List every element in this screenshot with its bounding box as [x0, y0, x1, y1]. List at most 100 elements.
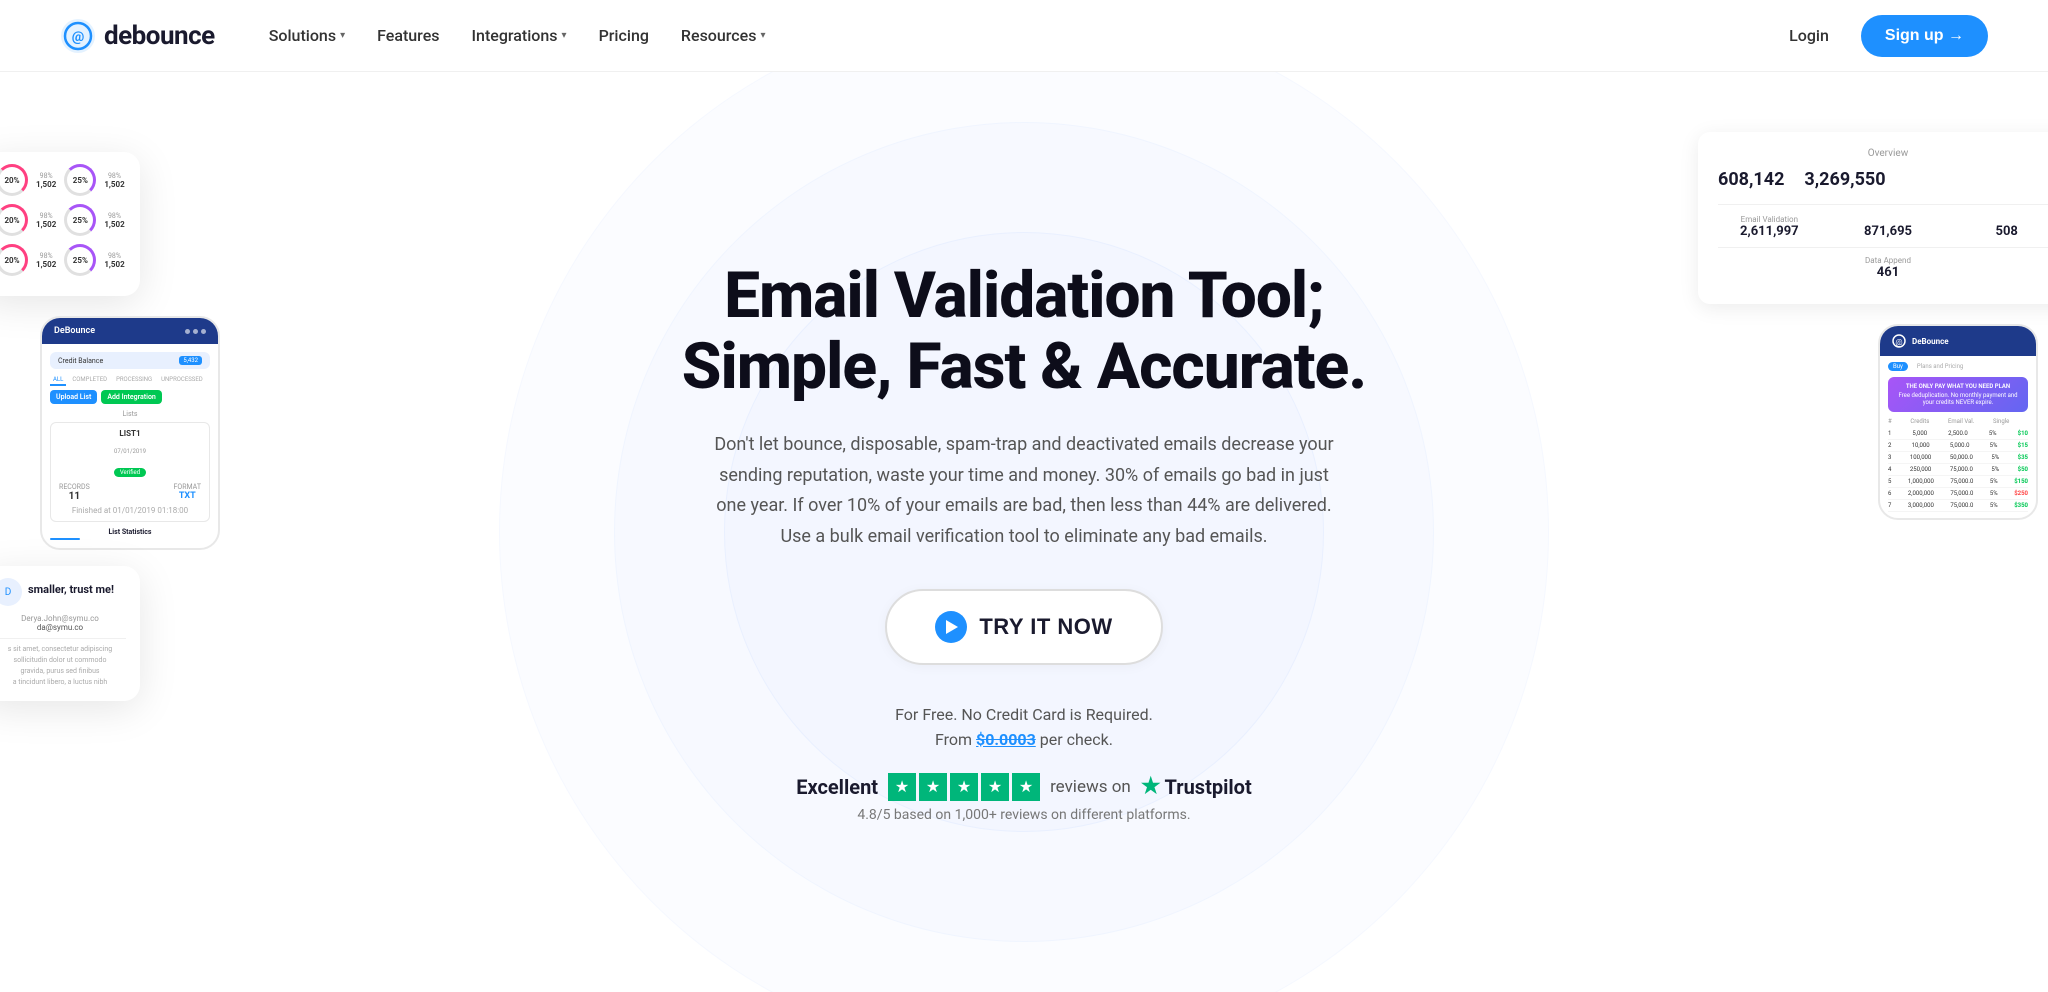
trustpilot-star-icon: ★ — [1141, 774, 1161, 799]
stat-info-3: 98% 1,502 — [36, 212, 56, 229]
nav-resources[interactable]: Resources ▾ — [667, 18, 780, 53]
phone-title-left: DeBounce — [54, 326, 95, 336]
play-icon — [935, 611, 967, 643]
nav-pricing[interactable]: Pricing — [585, 18, 663, 53]
nav-solutions[interactable]: Solutions ▾ — [255, 18, 359, 53]
pricing-table-header: # Credits Email Val. Single — [1888, 418, 2028, 425]
verified-badge: Verified — [114, 468, 146, 477]
hero-title: Email Validation Tool; Simple, Fast & Ac… — [682, 261, 1366, 402]
phone-right-tabs: Buy Plans and Pricing — [1888, 362, 2028, 371]
free-text: For Free. No Credit Card is Required. — [682, 705, 1366, 724]
trustpilot-logo: ★ Trustpilot — [1141, 774, 1252, 799]
phone-body-left: Credit Balance 5,432 ALL COMPLETED PROCE… — [42, 344, 218, 548]
excellent-label: Excellent — [796, 775, 878, 799]
svg-text:@: @ — [1895, 338, 1902, 347]
ov-big-val-1: 608,142 — [1718, 169, 1784, 190]
ov-divider-1 — [1718, 204, 2048, 205]
trustpilot-section: Excellent ★ ★ ★ ★ ★ reviews on ★ Trustpi… — [682, 773, 1366, 823]
stat-circle-5: 20% — [0, 244, 28, 276]
ov-row-2: Data Append 461 — [1718, 256, 2048, 280]
pricing-table: # Credits Email Val. Single 15,0002,500.… — [1888, 418, 2028, 512]
ov-metrics: 608,142 3,269,550 — [1718, 169, 2048, 190]
nav-links: Solutions ▾ Features Integrations ▾ Pric… — [255, 18, 780, 53]
stat-info-5: 98% 1,502 — [36, 252, 56, 269]
hero-description: Don't let bounce, disposable, spam-trap … — [714, 430, 1334, 552]
ov-row-1: Email Validation 2,611,997 871,695 508 — [1718, 215, 2048, 239]
nav-features[interactable]: Features — [363, 18, 453, 53]
trustpilot-main: Excellent ★ ★ ★ ★ ★ reviews on ★ Trustpi… — [796, 773, 1252, 801]
debounce-phone-logo-icon: @ — [1892, 334, 1906, 348]
chevron-down-icon: ▾ — [340, 30, 345, 41]
navbar: @ debounce Solutions ▾ Features Integrat… — [0, 0, 2048, 72]
stat-circle-3: 20% — [0, 204, 28, 236]
stat-info-1: 98% 1,502 — [36, 172, 56, 189]
signup-button[interactable]: Sign up → — [1861, 15, 1988, 57]
email-item: Derya.John@symu.co da@symu.co — [0, 614, 126, 639]
star-rating: ★ ★ ★ ★ ★ — [888, 773, 1040, 801]
stats-card: 20% 98% 1,502 25% 98% 1,502 20% 98% 1,50… — [0, 152, 140, 296]
star-5: ★ — [1012, 773, 1040, 801]
chevron-down-icon-resources: ▾ — [760, 30, 765, 41]
overview-title: Overview — [1718, 148, 2048, 159]
phone-tabs: ALL COMPLETED PROCESSING UNPROCESSED — [50, 375, 210, 386]
stat-info-2: 98% 1,502 — [104, 172, 124, 189]
pt-row-1: 15,0002,500.05%$10 — [1888, 428, 2028, 440]
upload-list-btn: Upload List — [50, 390, 97, 404]
avatar: D — [0, 578, 22, 606]
stat-row-3: 20% 98% 1,502 25% 98% 1,502 — [0, 244, 124, 276]
email-text-items: s sit amet, consectetur adipiscing solli… — [0, 645, 126, 686]
navbar-right: Login Sign up → — [1773, 15, 1988, 57]
pt-row-6: 62,000,00075,000.05%$250 — [1888, 488, 2028, 500]
promo-banner: THE ONLY PAY WHAT YOU NEED PLAN Free ded… — [1888, 377, 2028, 412]
nav-integrations[interactable]: Integrations ▾ — [458, 18, 581, 53]
star-1: ★ — [888, 773, 916, 801]
stat-row-2: 20% 98% 1,502 25% 98% 1,502 — [0, 204, 124, 236]
phone-stats-row: RECORDS 11 FORMAT TXT — [59, 483, 201, 502]
phone-btn-row: Upload List Add Integration — [50, 390, 210, 404]
phone-mockup-left: DeBounce Credit Balance 5,432 ALL COMPLE… — [40, 316, 220, 550]
promo-text-2: Free deduplication. No monthly payment a… — [1896, 392, 2020, 406]
phone-dots — [185, 329, 206, 334]
phone-right-header: @ DeBounce — [1880, 326, 2036, 356]
phone-header-left: DeBounce — [42, 318, 218, 344]
phone-right-body: Buy Plans and Pricing THE ONLY PAY WHAT … — [1880, 356, 2036, 518]
email-card-header: D smaller, trust me! — [0, 578, 126, 606]
pt-row-2: 210,0005,000.05%$15 — [1888, 440, 2028, 452]
ov-divider-2 — [1718, 247, 2048, 248]
email-display-name: Derya.John@symu.co — [0, 614, 126, 623]
svg-text:@: @ — [72, 29, 85, 45]
stat-circle-2: 25% — [64, 164, 96, 196]
stat-circle-6: 25% — [64, 244, 96, 276]
email-card: D smaller, trust me! Derya.John@symu.co … — [0, 566, 140, 701]
phone-balance: Credit Balance 5,432 — [50, 352, 210, 369]
hero-content: Email Validation Tool; Simple, Fast & Ac… — [682, 261, 1366, 822]
add-integration-btn: Add Integration — [101, 390, 162, 404]
finished-text: Finished at 01/01/2019 01:18:00 — [59, 506, 201, 515]
try-it-now-button[interactable]: TRY IT NOW — [885, 589, 1162, 665]
stat-info-6: 98% 1,502 — [104, 252, 124, 269]
email-address: da@symu.co — [0, 623, 126, 632]
star-4: ★ — [981, 773, 1009, 801]
pt-row-3: 3100,00050,000.05%$35 — [1888, 452, 2028, 464]
list-title: LIST1 — [59, 429, 201, 438]
navbar-left: @ debounce Solutions ▾ Features Integrat… — [60, 18, 779, 54]
left-mockup: 20% 98% 1,502 25% 98% 1,502 20% 98% 1,50… — [0, 152, 400, 701]
email-tag: smaller, trust me! — [28, 583, 114, 596]
list-stats-label: List Statistics — [50, 528, 210, 536]
price-text: From $0.0003 per check. — [682, 730, 1366, 749]
hero-section: 20% 98% 1,502 25% 98% 1,502 20% 98% 1,50… — [0, 72, 2048, 992]
cta-wrapper: TRY IT NOW — [682, 589, 1366, 685]
overview-card: Overview 608,142 3,269,550 Email Validat… — [1698, 132, 2048, 304]
chevron-down-icon-integrations: ▾ — [562, 30, 567, 41]
debounce-logo-icon: @ — [60, 18, 96, 54]
stat-row-1: 20% 98% 1,502 25% 98% 1,502 — [0, 164, 124, 196]
right-mockup: Overview 608,142 3,269,550 Email Validat… — [1638, 132, 2048, 520]
brand-name: debounce — [104, 21, 215, 51]
stat-info-4: 98% 1,502 — [104, 212, 124, 229]
logo[interactable]: @ debounce — [60, 18, 215, 54]
phone-right-logo-text: DeBounce — [1912, 337, 1949, 346]
login-button[interactable]: Login — [1773, 18, 1845, 53]
lists-label: Lists — [50, 410, 210, 418]
price-link[interactable]: $0.0003 — [976, 730, 1036, 749]
star-2: ★ — [919, 773, 947, 801]
